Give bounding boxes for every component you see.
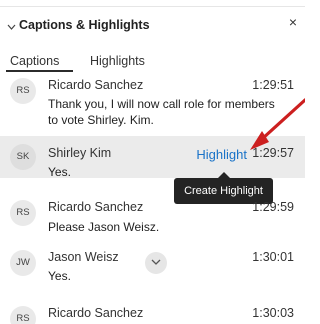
timestamp[interactable]: 1:30:03 [252, 306, 294, 320]
close-icon[interactable]: × [287, 15, 299, 29]
caption-text: Please Jason Weisz. [48, 220, 160, 234]
panel-top-border [0, 0, 305, 7]
panel-title: Captions & Highlights [19, 18, 150, 32]
avatar: SK [10, 144, 36, 170]
scroll-to-bottom-button[interactable] [145, 252, 167, 274]
avatar: RS [10, 78, 36, 104]
highlight-button[interactable]: Highlight [196, 147, 247, 162]
panel-header: Captions & Highlights × [0, 10, 305, 36]
chevron-down-icon[interactable] [7, 24, 16, 31]
speaker-name: Shirley Kim [48, 146, 112, 160]
caption-item[interactable]: RS Ricardo Sanchez 1:29:59 Please Jason … [0, 198, 305, 240]
caption-item-selected[interactable]: SK Shirley Kim Highlight 1:29:57 Yes. [0, 136, 305, 179]
captions-highlights-panel: Captions & Highlights × Captions Highlig… [0, 0, 305, 324]
timestamp[interactable]: 1:29:57 [252, 146, 294, 160]
avatar: RS [10, 200, 36, 226]
caption-text: Yes. [48, 269, 71, 283]
avatar: JW [10, 250, 36, 276]
chevron-down-icon [151, 259, 161, 265]
speaker-name: Jason Weisz [48, 250, 119, 264]
timestamp[interactable]: 1:29:51 [252, 78, 294, 92]
active-tab-indicator [6, 70, 73, 72]
caption-text: Thank you, I will now call role for memb… [48, 97, 275, 127]
timestamp[interactable]: 1:30:01 [252, 250, 294, 264]
speaker-name: Ricardo Sanchez [48, 200, 144, 214]
tab-highlights[interactable]: Highlights [90, 54, 145, 68]
caption-item[interactable]: RS Ricardo Sanchez 1:30:03 [0, 302, 305, 324]
caption-item[interactable]: RS Ricardo Sanchez 1:29:51 Thank you, I … [0, 74, 305, 130]
tab-captions[interactable]: Captions [10, 54, 59, 68]
speaker-name: Ricardo Sanchez [48, 78, 144, 92]
speaker-name: Ricardo Sanchez [48, 306, 144, 320]
avatar: RS [10, 306, 36, 324]
timestamp[interactable]: 1:29:59 [252, 200, 294, 214]
